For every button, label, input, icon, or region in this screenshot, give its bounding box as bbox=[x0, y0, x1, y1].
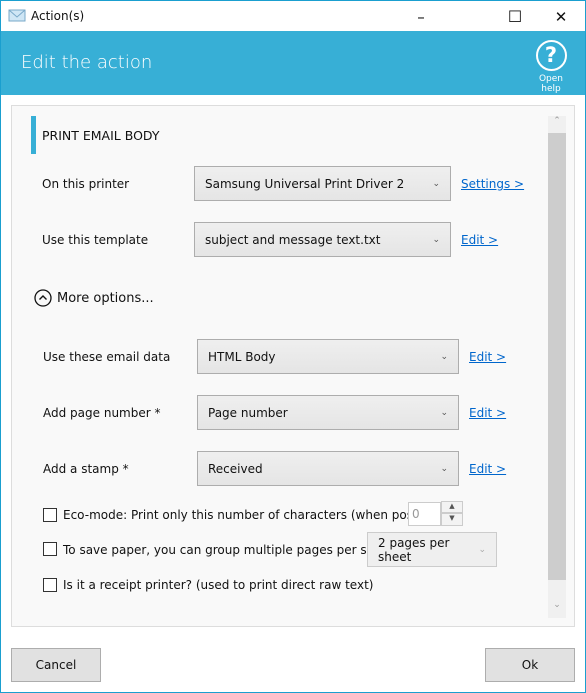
template-value: subject and message text.txt bbox=[205, 232, 381, 247]
email-data-label: Use these email data bbox=[43, 350, 171, 364]
maximize-button[interactable]: ☐ bbox=[492, 2, 538, 31]
page-number-select[interactable]: Page number ⌄ bbox=[197, 395, 459, 430]
app-envelope-icon bbox=[8, 9, 26, 22]
printer-settings-link[interactable]: Settings > bbox=[461, 177, 524, 191]
printer-select[interactable]: Samsung Universal Print Driver 2 ⌄ bbox=[194, 166, 451, 201]
stamp-edit-link[interactable]: Edit > bbox=[469, 462, 506, 476]
email-data-value: HTML Body bbox=[208, 349, 276, 364]
page-number-edit-link[interactable]: Edit > bbox=[469, 406, 506, 420]
chevron-down-icon: ⌄ bbox=[432, 178, 440, 189]
email-data-edit-link[interactable]: Edit > bbox=[469, 350, 506, 364]
eco-mode-label: Eco-mode: Print only this number of char… bbox=[63, 508, 450, 522]
window-title: Action(s) bbox=[31, 9, 85, 23]
template-edit-link[interactable]: Edit > bbox=[461, 233, 498, 247]
title-bar: Action(s) – ☐ ✕ bbox=[1, 1, 585, 31]
help-icon: ? bbox=[535, 40, 567, 71]
chevron-up-circle-icon bbox=[34, 289, 52, 307]
section-accent bbox=[31, 116, 36, 154]
header-banner: Edit the action ? Open help bbox=[1, 31, 585, 95]
chevron-down-icon: ⌄ bbox=[432, 234, 440, 245]
printer-value: Samsung Universal Print Driver 2 bbox=[205, 176, 405, 191]
minimize-button[interactable]: – bbox=[398, 2, 444, 31]
page-title: Edit the action bbox=[21, 52, 153, 73]
template-select[interactable]: subject and message text.txt ⌄ bbox=[194, 222, 451, 257]
open-help-button[interactable]: ? Open help bbox=[528, 40, 574, 94]
stamp-value: Received bbox=[208, 461, 263, 476]
email-data-select[interactable]: HTML Body ⌄ bbox=[197, 339, 459, 374]
eco-characters-input[interactable]: 0 bbox=[408, 502, 441, 526]
more-options-toggle[interactable]: More options... bbox=[34, 289, 154, 307]
chevron-down-icon: ⌄ bbox=[440, 407, 448, 418]
help-label: Open help bbox=[538, 74, 564, 94]
page-number-label: Add page number * bbox=[43, 406, 161, 420]
receipt-printer-checkbox[interactable] bbox=[43, 578, 57, 592]
scrollbar-thumb[interactable] bbox=[548, 133, 566, 580]
stamp-select[interactable]: Received ⌄ bbox=[197, 451, 459, 486]
template-label: Use this template bbox=[42, 233, 149, 247]
scroll-down-icon[interactable]: ⌄ bbox=[548, 600, 566, 616]
group-pages-label: To save paper, you can group multiple pa… bbox=[63, 543, 394, 557]
section-title: PRINT EMAIL BODY bbox=[42, 128, 160, 143]
cancel-button[interactable]: Cancel bbox=[11, 648, 101, 682]
chevron-down-icon: ⌄ bbox=[440, 351, 448, 362]
pages-per-sheet-select[interactable]: 2 pages per sheet ⌄ bbox=[367, 532, 497, 567]
close-button[interactable]: ✕ bbox=[538, 2, 584, 31]
receipt-printer-label: Is it a receipt printer? (used to print … bbox=[63, 578, 374, 592]
printer-label: On this printer bbox=[42, 177, 130, 191]
spinner-down-button[interactable]: ▼ bbox=[441, 513, 463, 526]
stamp-label: Add a stamp * bbox=[43, 462, 129, 476]
ok-button[interactable]: Ok bbox=[485, 648, 575, 682]
scroll-up-icon[interactable]: ⌃ bbox=[548, 116, 566, 132]
chevron-down-icon: ⌄ bbox=[478, 544, 486, 555]
eco-mode-checkbox[interactable] bbox=[43, 508, 57, 522]
group-pages-checkbox[interactable] bbox=[43, 542, 57, 556]
page-number-value: Page number bbox=[208, 405, 288, 420]
spinner-up-button[interactable]: ▲ bbox=[441, 501, 463, 513]
more-options-label: More options... bbox=[57, 290, 154, 306]
chevron-down-icon: ⌄ bbox=[440, 463, 448, 474]
pages-per-sheet-value: 2 pages per sheet bbox=[378, 535, 450, 564]
